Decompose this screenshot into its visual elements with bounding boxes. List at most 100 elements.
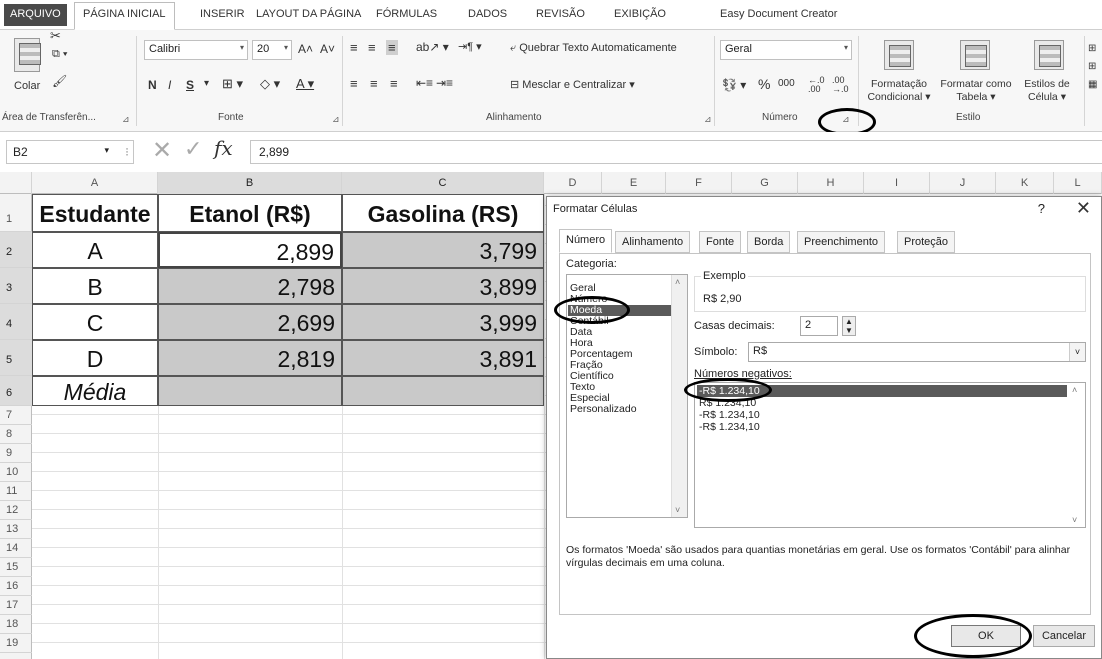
format-painter-icon[interactable]: 🖌	[52, 74, 67, 88]
row-header-7[interactable]: 7	[0, 406, 32, 425]
negative-numbers-list[interactable]: -R$ 1.234,10 R$ 1.234,10 -R$ 1.234,10 -R…	[694, 382, 1086, 528]
alignment-launcher-icon[interactable]: ⊿	[704, 114, 712, 125]
decrease-indent-icon[interactable]: ⇤≡	[416, 76, 433, 90]
align-center-icon[interactable]: ≡	[370, 76, 378, 91]
row-header-4[interactable]: 4	[0, 304, 32, 340]
shrink-font-icon[interactable]: A˅	[320, 42, 335, 56]
increase-indent-icon[interactable]: ⇥≡	[436, 76, 453, 90]
row-header-6[interactable]: 6	[0, 376, 32, 406]
column-header-j[interactable]: J	[930, 172, 996, 194]
cell-a3[interactable]: B	[32, 268, 158, 304]
row-header-8[interactable]: 8	[0, 425, 32, 444]
align-left-icon[interactable]: ≡	[350, 76, 358, 91]
tab-easy-document-creator[interactable]: Easy Document Creator	[720, 8, 837, 20]
scroll-up-icon[interactable]: ˄	[675, 277, 680, 287]
row-header-18[interactable]: 18	[0, 615, 32, 634]
name-box[interactable]: B2 ▾ ⁝	[6, 140, 134, 164]
insert-function-button[interactable]: fx	[214, 136, 233, 160]
bold-button[interactable]: N	[148, 78, 157, 92]
tab-arquivo[interactable]: ARQUIVO	[4, 4, 67, 26]
decimal-spinner[interactable]: ▲ ▼	[842, 316, 856, 336]
cell-c5[interactable]: 3,891	[342, 340, 544, 376]
row-header-11[interactable]: 11	[0, 482, 32, 501]
tab-protecao[interactable]: Proteção	[897, 231, 956, 253]
cancel-button[interactable]: Cancelar	[1033, 625, 1095, 647]
cell-c2[interactable]: 3,799	[342, 232, 544, 268]
tab-preenchimento[interactable]: Preenchimento	[797, 231, 885, 253]
borders-icon[interactable]: ⊞ ▾	[222, 76, 243, 92]
column-header-i[interactable]: I	[864, 172, 930, 194]
cell-a1[interactable]: Estudante	[32, 194, 158, 232]
paste-icon[interactable]	[14, 38, 41, 72]
row-header-16[interactable]: 16	[0, 577, 32, 596]
cell-a2[interactable]: A	[32, 232, 158, 268]
underline-dropdown-icon[interactable]: ▾	[204, 78, 209, 89]
column-header-l[interactable]: L	[1054, 172, 1102, 194]
row-header-5[interactable]: 5	[0, 340, 32, 376]
cell-c6[interactable]	[342, 376, 544, 406]
tab-inserir[interactable]: INSERIR	[200, 8, 245, 20]
column-header-h[interactable]: H	[798, 172, 864, 194]
tab-numero[interactable]: Número	[559, 229, 613, 253]
column-header-f[interactable]: F	[666, 172, 732, 194]
cell-b1[interactable]: Etanol (R$)	[158, 194, 342, 232]
help-button[interactable]: ?	[1038, 201, 1045, 216]
tab-formulas[interactable]: FÓRMULAS	[376, 8, 437, 20]
column-header-d[interactable]: D	[544, 172, 602, 194]
format-as-table-icon[interactable]	[960, 40, 990, 70]
copy-icon[interactable]: ⧉ ▾	[52, 48, 68, 61]
row-header-19[interactable]: 19	[0, 634, 32, 653]
font-launcher-icon[interactable]: ⊿	[332, 114, 340, 125]
tab-pagina-inicial[interactable]: PÁGINA INICIAL	[74, 2, 175, 30]
orientation-icon[interactable]: ab↗ ▾	[416, 40, 449, 54]
accounting-format-icon[interactable]: 💱 ▾	[722, 78, 746, 92]
cancel-entry-icon[interactable]: ✕	[152, 136, 172, 165]
align-right-icon[interactable]: ≡	[390, 76, 398, 91]
grow-font-icon[interactable]: A˄	[298, 42, 313, 56]
merge-center-button[interactable]: ⊟ Mesclar e Centralizar ▾	[510, 78, 635, 91]
close-icon[interactable]: ✕	[1076, 198, 1091, 219]
paste-label[interactable]: Colar	[14, 80, 40, 92]
scroll-down-icon[interactable]: ˅	[1072, 515, 1077, 525]
cell-b6[interactable]	[158, 376, 342, 406]
negative-format-item[interactable]: -R$ 1.234,10	[699, 409, 760, 421]
tab-layout-pagina[interactable]: LAYOUT DA PÁGINA	[256, 8, 361, 20]
tab-alinhamento[interactable]: Alinhamento	[615, 231, 691, 253]
insert-cells-icon[interactable]: ⊞ ⊞ ▦	[1088, 40, 1097, 94]
scroll-down-icon[interactable]: ˅	[675, 505, 680, 515]
row-header-2[interactable]: 2	[0, 232, 32, 268]
cell-a4[interactable]: C	[32, 304, 158, 340]
row-header-15[interactable]: 15	[0, 558, 32, 577]
formula-input[interactable]: 2,899	[250, 140, 1102, 164]
row-header-17[interactable]: 17	[0, 596, 32, 615]
font-color-icon[interactable]: A ▾	[296, 76, 314, 92]
tab-exibicao[interactable]: EXIBIÇÃO	[614, 8, 666, 20]
cut-icon[interactable]: ✂	[50, 28, 61, 44]
italic-button[interactable]: I	[168, 78, 171, 92]
negative-scrollbar[interactable]: ˄ ˅	[1069, 383, 1085, 527]
tab-borda[interactable]: Borda	[747, 231, 791, 253]
negative-format-item[interactable]: -R$ 1.234,10	[699, 421, 760, 433]
decimal-places-input[interactable]: 2	[800, 316, 838, 336]
align-middle-icon[interactable]: ≡	[368, 40, 376, 55]
confirm-entry-icon[interactable]: ✓	[184, 136, 202, 162]
row-header-13[interactable]: 13	[0, 520, 32, 539]
tab-dados[interactable]: DADOS	[468, 8, 507, 20]
increase-decimal-icon[interactable]: ←.0.00	[808, 76, 825, 94]
thousands-button[interactable]: 000	[778, 78, 795, 89]
text-direction-icon[interactable]: ⇥¶ ▾	[458, 40, 482, 53]
fill-color-icon[interactable]: ◇ ▾	[260, 76, 280, 92]
cell-a6[interactable]: Média	[32, 376, 158, 406]
row-header-3[interactable]: 3	[0, 268, 32, 304]
cell-c4[interactable]: 3,999	[342, 304, 544, 340]
tab-revisao[interactable]: REVISÃO	[536, 8, 585, 20]
cell-c3[interactable]: 3,899	[342, 268, 544, 304]
row-header-12[interactable]: 12	[0, 501, 32, 520]
column-header-c[interactable]: C	[342, 172, 544, 194]
cell-styles-icon[interactable]	[1034, 40, 1064, 70]
percent-button[interactable]: %	[758, 76, 770, 92]
underline-button[interactable]: S	[186, 78, 194, 92]
font-name-combo[interactable]: Calibri ▾	[144, 40, 248, 60]
number-format-combo[interactable]: Geral ▾	[720, 40, 852, 60]
conditional-formatting-icon[interactable]	[884, 40, 914, 70]
